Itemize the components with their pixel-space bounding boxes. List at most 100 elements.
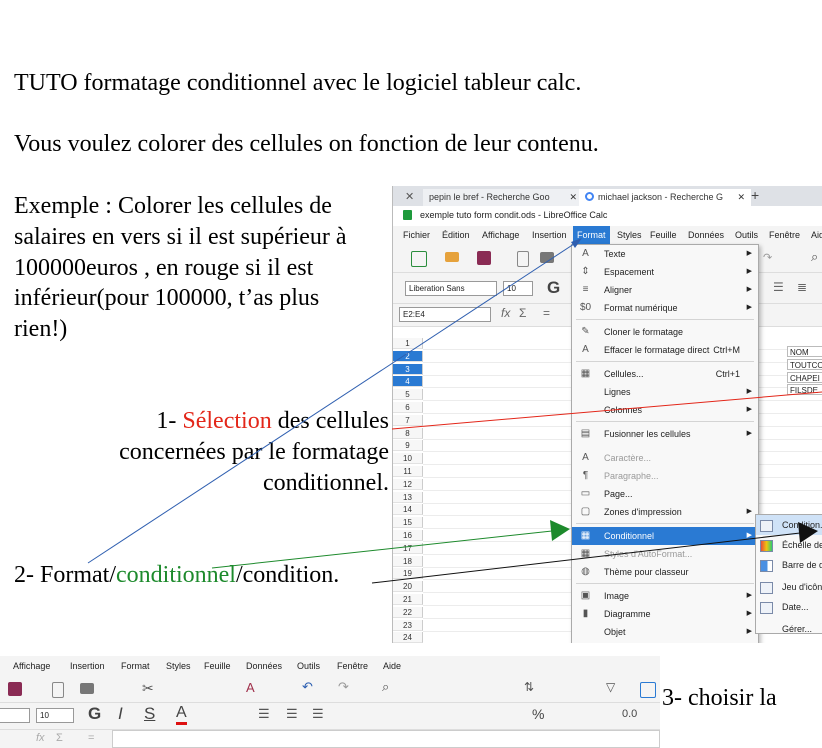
row-header[interactable]: 13: [393, 491, 423, 503]
percent-button[interactable]: %: [532, 706, 544, 722]
cell-name[interactable]: FILSDE: [787, 384, 822, 396]
menu-feuille[interactable]: Feuille: [650, 226, 677, 244]
format-menu-item[interactable]: ≡ Aligner ▶: [572, 281, 758, 299]
align-center-icon[interactable]: ☰: [286, 706, 298, 722]
close-icon[interactable]: ✕: [569, 189, 577, 206]
bold-icon[interactable]: G: [547, 278, 560, 298]
row-header[interactable]: 23: [393, 619, 423, 631]
autofilter-icon[interactable]: ▽: [606, 680, 615, 694]
format-menu-item[interactable]: Nom...: [572, 641, 758, 643]
find-icon[interactable]: ⌕: [811, 249, 818, 265]
open-folder-icon[interactable]: [445, 252, 459, 262]
row-header[interactable]: 7: [393, 414, 423, 426]
menu-insertion[interactable]: Insertion: [532, 226, 567, 244]
menu-insertion[interactable]: Insertion: [70, 661, 105, 671]
format-menu-item[interactable]: ◍ Thème pour classeur: [572, 563, 758, 581]
format-menu-item[interactable]: Objet ▶: [572, 623, 758, 641]
add-decimal-button[interactable]: 0.0: [622, 708, 637, 720]
browser-tab-2[interactable]: michael jackson - Recherche G ✕: [579, 189, 751, 206]
row-header[interactable]: 24: [393, 632, 423, 643]
menu-outils[interactable]: Outils: [297, 661, 320, 671]
row-header[interactable]: 22: [393, 606, 423, 618]
row-header[interactable]: 18: [393, 555, 423, 567]
print-icon[interactable]: [540, 252, 554, 263]
conditional-submenu-item[interactable]: Condition...: [756, 515, 822, 535]
row-header[interactable]: 2: [393, 350, 423, 362]
conditional-submenu-item[interactable]: Jeu d'icôn: [756, 577, 822, 597]
format-menu-item[interactable]: ▮ Diagramme ▶: [572, 605, 758, 623]
row-header[interactable]: 9: [393, 440, 423, 452]
menu-styles[interactable]: Styles: [166, 661, 191, 671]
menu-affichage[interactable]: Affichage: [482, 226, 519, 244]
cell-name[interactable]: NOM: [787, 346, 822, 357]
clear-format-icon[interactable]: A: [246, 680, 255, 695]
save-icon[interactable]: [8, 682, 22, 696]
underline-button[interactable]: S: [144, 704, 155, 724]
menu-fichier[interactable]: Fichier: [403, 226, 430, 244]
bold-button[interactable]: G: [88, 704, 101, 724]
format-menu-item[interactable]: Lignes ▶: [572, 383, 758, 401]
menu-edition[interactable]: Édition: [442, 226, 470, 244]
row-header[interactable]: 12: [393, 478, 423, 490]
menu-format[interactable]: Format: [573, 226, 610, 244]
menu-outils[interactable]: Outils: [735, 226, 758, 244]
format-menu-item[interactable]: ▢ Zones d'impression ▶: [572, 503, 758, 521]
format-menu-item[interactable]: ▦ Conditionnel ▶: [572, 527, 758, 545]
menu-aide[interactable]: Aide: [383, 661, 401, 671]
row-header[interactable]: 3: [393, 363, 423, 375]
formula-icon[interactable]: =: [88, 732, 94, 744]
format-menu-item[interactable]: A Caractère...: [572, 449, 758, 467]
export-pdf-icon[interactable]: [517, 251, 529, 267]
close-icon[interactable]: ✕: [737, 189, 745, 206]
image-icon[interactable]: [640, 682, 656, 698]
row-header[interactable]: 14: [393, 504, 423, 516]
format-menu-item[interactable]: ▣ Image ▶: [572, 587, 758, 605]
save-icon[interactable]: [477, 251, 491, 265]
row-header[interactable]: 15: [393, 517, 423, 529]
cut-icon[interactable]: ✂: [142, 680, 154, 697]
row-header[interactable]: 21: [393, 594, 423, 605]
menu-donnees[interactable]: Données: [688, 226, 724, 244]
menu-affichage[interactable]: Affichage: [13, 661, 50, 671]
row-header[interactable]: 17: [393, 542, 423, 554]
formula-icon[interactable]: =: [543, 306, 550, 320]
format-menu-item[interactable]: ⇕ Espacement ▶: [572, 263, 758, 281]
italic-button[interactable]: I: [118, 704, 123, 724]
align-right-icon[interactable]: ☰: [773, 280, 784, 294]
menu-fenetre[interactable]: Fenêtre: [769, 226, 800, 244]
row-header[interactable]: 8: [393, 427, 423, 439]
conditional-submenu-item[interactable]: Date...: [756, 597, 822, 617]
menu-styles[interactable]: Styles: [617, 226, 642, 244]
redo-icon[interactable]: ↷: [763, 251, 772, 264]
export-pdf-icon[interactable]: [52, 682, 64, 698]
menu-aide[interactable]: Aide: [811, 226, 822, 244]
redo-icon[interactable]: ↷: [338, 679, 349, 695]
format-menu-item[interactable]: ▭ Page...: [572, 485, 758, 503]
row-header[interactable]: 16: [393, 530, 423, 541]
browser-tab-1[interactable]: pepin le bref - Recherche Goo ✕: [423, 189, 583, 206]
new-tab-icon[interactable]: +: [751, 187, 759, 203]
font-size-box[interactable]: 10: [36, 708, 74, 723]
row-header[interactable]: 10: [393, 453, 423, 465]
font-size-box[interactable]: 10: [503, 281, 533, 296]
find-icon[interactable]: ⌕: [382, 679, 389, 695]
row-header[interactable]: 4: [393, 376, 423, 388]
new-document-icon[interactable]: [411, 251, 427, 267]
wrap-icon[interactable]: ≣: [797, 280, 807, 294]
conditional-submenu-item[interactable]: Gérer...: [756, 619, 822, 639]
cell-name[interactable]: CHAPEI: [787, 371, 822, 383]
print-icon[interactable]: [80, 683, 94, 694]
format-menu-item[interactable]: ▤ Fusionner les cellules ▶: [572, 425, 758, 443]
conditional-submenu-item[interactable]: Barre de d: [756, 555, 822, 575]
menu-donnees[interactable]: Données: [246, 661, 282, 671]
format-menu-item[interactable]: $0 Format numérique ▶: [572, 299, 758, 317]
align-left-icon[interactable]: ☰: [258, 706, 270, 722]
close-icon[interactable]: ✕: [405, 190, 414, 203]
row-header[interactable]: 6: [393, 402, 423, 413]
format-menu-item[interactable]: Colonnes ▶: [572, 401, 758, 419]
name-box[interactable]: E2:E4: [399, 307, 491, 322]
row-header[interactable]: 19: [393, 568, 423, 580]
sum-icon[interactable]: Σ: [56, 732, 63, 744]
format-menu-item[interactable]: ▦ Styles d'AutoFormat...: [572, 545, 758, 563]
format-menu-item[interactable]: A Effacer le formatage direct Ctrl+M: [572, 341, 758, 359]
